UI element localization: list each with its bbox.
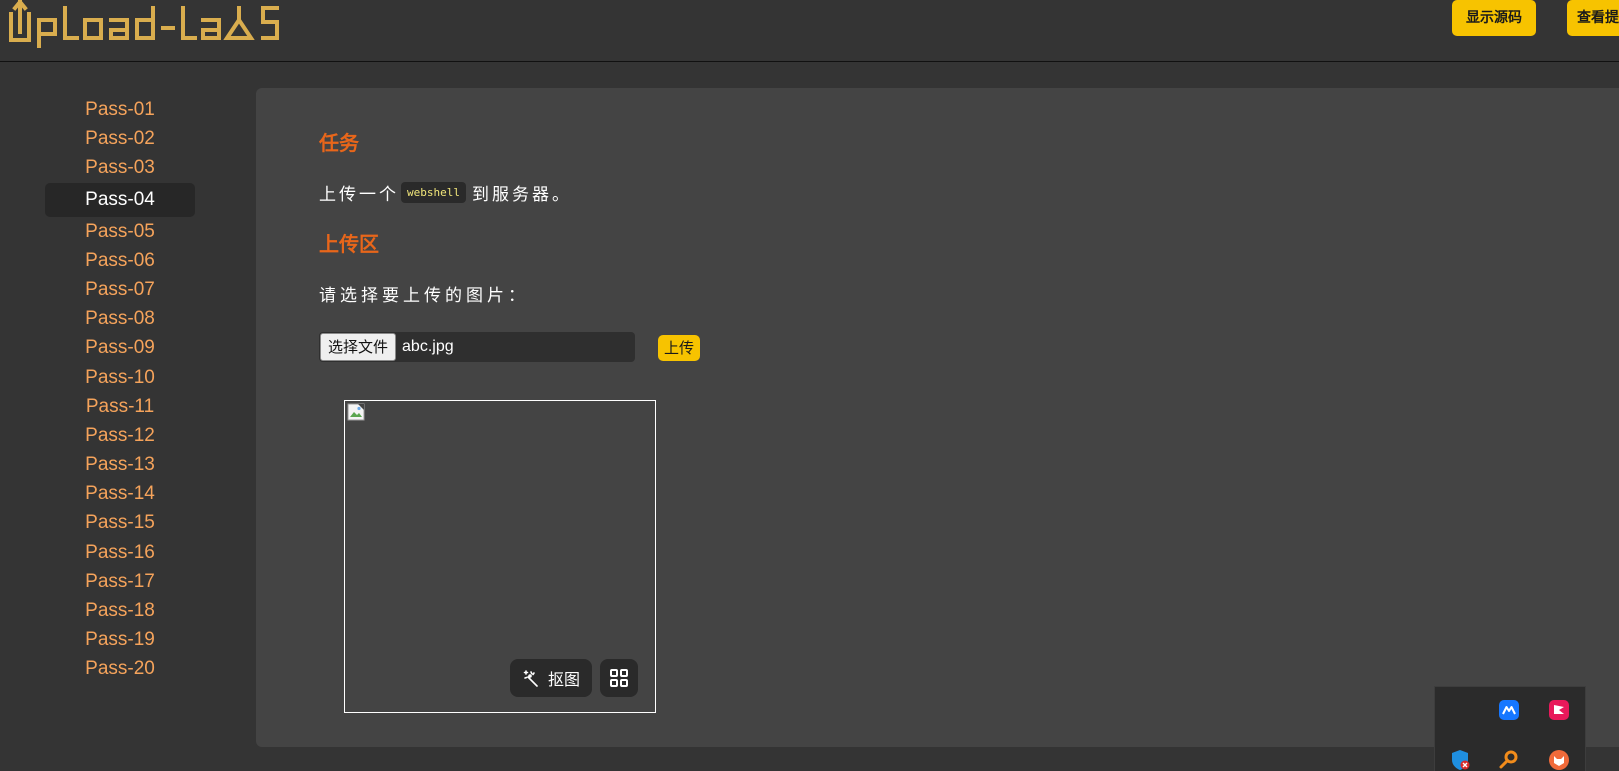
- sidebar-list: Pass-01 Pass-02 Pass-03 Pass-04 Pass-05 …: [45, 95, 195, 684]
- sidebar-item-pass-18[interactable]: Pass-18: [45, 596, 195, 625]
- main-panel: 任务 上传一个 webshell 到服务器。 上传区 请选择要上传的图片： 选择…: [256, 88, 1619, 747]
- upload-title: 上传区: [319, 232, 379, 256]
- sidebar-item-pass-20[interactable]: Pass-20: [45, 654, 195, 683]
- sidebar-item-pass-09[interactable]: Pass-09: [45, 333, 195, 362]
- show-source-button[interactable]: 显示源码: [1452, 0, 1536, 36]
- view-hint-button[interactable]: 查看提示: [1567, 0, 1619, 36]
- uploaded-image-preview: 抠图: [344, 400, 656, 713]
- sidebar: Pass-01 Pass-02 Pass-03 Pass-04 Pass-05 …: [45, 95, 195, 684]
- logo-icon: [9, 0, 279, 48]
- magic-wand-icon: [523, 670, 538, 687]
- sidebar-item-pass-11[interactable]: Pass-11: [45, 392, 195, 421]
- sidebar-item-pass-06[interactable]: Pass-06: [45, 246, 195, 275]
- grid-icon: [610, 669, 628, 687]
- system-tray-popup: [1434, 686, 1586, 771]
- sidebar-item-pass-01[interactable]: Pass-01: [45, 95, 195, 124]
- cutout-button[interactable]: 抠图: [510, 659, 592, 697]
- sidebar-item-pass-08[interactable]: Pass-08: [45, 304, 195, 333]
- task-title: 任务: [319, 131, 359, 155]
- logo[interactable]: [7, 0, 287, 48]
- grid-button[interactable]: [600, 659, 638, 697]
- choose-file-button[interactable]: 选择文件: [320, 333, 397, 361]
- meeting-app-icon[interactable]: [1498, 699, 1520, 721]
- sidebar-item-pass-03[interactable]: Pass-03: [45, 153, 195, 182]
- sidebar-item-pass-04[interactable]: Pass-04: [45, 182, 195, 217]
- sidebar-item-pass-05[interactable]: Pass-05: [45, 217, 195, 246]
- file-input[interactable]: 选择文件 abc.jpg: [319, 332, 635, 362]
- sidebar-item-pass-10[interactable]: Pass-10: [45, 363, 195, 392]
- cutout-label: 抠图: [547, 670, 580, 689]
- sidebar-item-pass-15[interactable]: Pass-15: [45, 508, 195, 537]
- sidebar-item-pass-19[interactable]: Pass-19: [45, 625, 195, 654]
- sidebar-item-pass-02[interactable]: Pass-02: [45, 124, 195, 153]
- broken-image-icon: [347, 403, 365, 421]
- fox-app-icon[interactable]: [1548, 749, 1570, 771]
- sidebar-item-pass-14[interactable]: Pass-14: [45, 479, 195, 508]
- upload-submit-button[interactable]: 上传: [658, 335, 701, 361]
- security-shield-icon[interactable]: [1449, 749, 1471, 771]
- sidebar-item-pass-16[interactable]: Pass-16: [45, 538, 195, 567]
- sidebar-item-pass-12[interactable]: Pass-12: [45, 421, 195, 450]
- flag-app-icon[interactable]: [1548, 699, 1570, 721]
- search-tool-icon[interactable]: [1498, 749, 1520, 771]
- header: 显示源码 查看提示: [0, 0, 1619, 62]
- sidebar-item-pass-13[interactable]: Pass-13: [45, 450, 195, 479]
- task-suffix: 到服务器。: [471, 185, 572, 205]
- task-description: 上传一个 webshell 到服务器。: [319, 180, 572, 205]
- webshell-code: webshell: [401, 182, 466, 203]
- sidebar-item-pass-07[interactable]: Pass-07: [45, 275, 195, 304]
- sidebar-item-pass-17[interactable]: Pass-17: [45, 567, 195, 596]
- upload-prompt: 请选择要上传的图片：: [319, 286, 529, 306]
- task-prefix: 上传一个: [319, 185, 399, 205]
- selected-file-name: abc.jpg: [402, 338, 454, 355]
